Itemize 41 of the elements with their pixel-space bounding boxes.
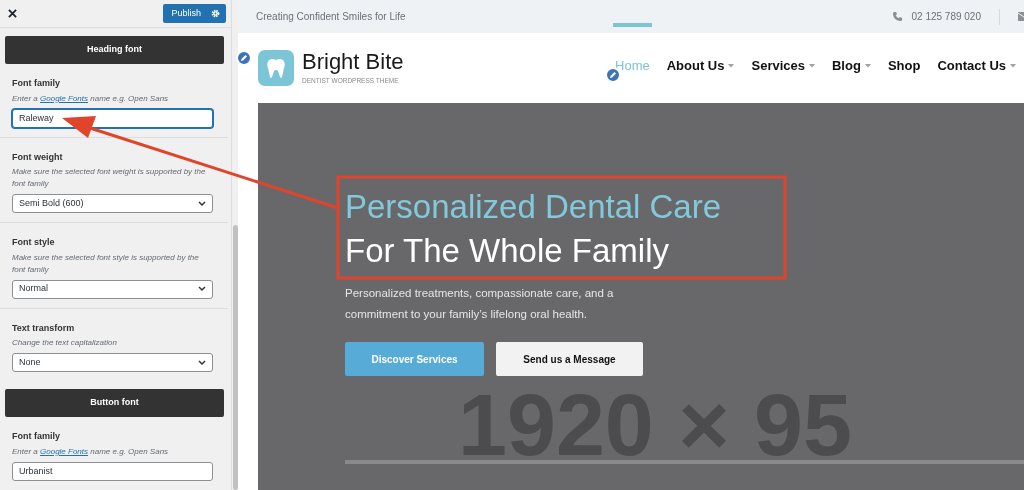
select-field[interactable]: Semi Bold (600)	[12, 194, 213, 213]
nav-link[interactable]: Services	[751, 56, 815, 76]
select-field[interactable]: None	[12, 353, 213, 372]
chevron-icon	[198, 359, 206, 366]
field-label: Font family	[12, 430, 61, 443]
field-label: Text transform	[12, 321, 76, 335]
text-field[interactable]: Raleway	[12, 108, 213, 128]
hero-heading: For The Whole Family	[345, 231, 670, 271]
field-label: Font family	[12, 77, 61, 90]
tagline: Creating Confident Smiles for Life	[256, 10, 406, 24]
field-hint: Enter a Google Fonts name e.g. Open Sans	[12, 445, 170, 458]
field-hint: Make sure the selected font weight is supported by the font family	[12, 166, 207, 190]
tooth-logo-icon	[258, 50, 294, 86]
nav-link[interactable]: About Us	[666, 56, 735, 76]
section-header: Button font	[5, 389, 224, 417]
publish-button[interactable]: Publish	[163, 4, 226, 23]
section-header: Heading font	[5, 36, 224, 64]
nav-link[interactable]: Blog	[832, 56, 871, 76]
close-icon[interactable]	[8, 9, 17, 18]
google-fonts-link[interactable]: Google Fonts	[40, 446, 89, 456]
field-label: Font weight	[12, 150, 64, 164]
hero-button[interactable]: Send us a Message	[496, 342, 643, 376]
brand-name[interactable]: Bright Bite	[302, 50, 404, 75]
select-field[interactable]: Normal	[12, 279, 213, 299]
scrollbar-thumb[interactable]	[233, 225, 238, 490]
edit-icon[interactable]	[236, 50, 252, 66]
nav-link[interactable]: Contact Us	[937, 56, 1016, 76]
nav-link[interactable]: Shop	[887, 56, 921, 76]
chevron-icon	[198, 200, 206, 207]
google-fonts-link[interactable]: Google Fonts	[40, 93, 89, 103]
field-hint: Make sure the selected font style is supported by the font family	[12, 251, 200, 276]
field-hint: Enter a Google Fonts name e.g. Open Sans	[12, 92, 170, 105]
phone-icon	[892, 11, 904, 22]
field-hint: Change the text capitalization	[12, 337, 118, 349]
chevron-icon	[198, 286, 206, 292]
hero-heading: Personalized Dental Care	[345, 187, 723, 227]
phone-number[interactable]: 02 125 789 020	[911, 9, 981, 24]
text-field[interactable]: Urbanist	[12, 461, 213, 481]
gear-icon[interactable]	[211, 9, 220, 18]
hero-text: Personalized treatments, compassionate care, and a commitment to your family’s lifelong oral health.	[345, 286, 615, 322]
field-label: Font style	[12, 236, 56, 249]
